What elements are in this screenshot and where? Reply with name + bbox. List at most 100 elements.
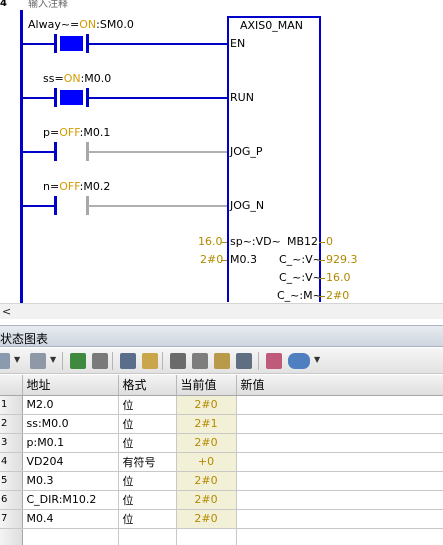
power-rail [20,10,23,303]
wire [88,205,227,207]
address-cell[interactable]: p:M0.1 [22,433,119,453]
address-cell[interactable]: M0.3 [22,471,119,491]
new-value-cell[interactable] [236,433,443,453]
table-row[interactable]: 5 M0.3 位 2#0 [0,471,443,491]
contact-4-left[interactable] [54,196,57,215]
pin-sp: sp~:VD~ [230,235,281,248]
function-block-title: AXIS0_MAN [240,19,304,32]
insert-row-icon[interactable] [0,353,10,369]
chevron-down-icon[interactable]: ▼ [50,355,56,364]
format-cell[interactable] [118,528,177,545]
chart-icon[interactable] [266,353,282,369]
column-header-address[interactable]: 地址 [22,375,119,396]
cv1-value: 929.3 [326,253,358,266]
new-value-cell[interactable] [236,490,443,510]
pause-icon[interactable] [92,353,108,369]
table-row[interactable]: 3 p:M0.1 位 2#0 [0,433,443,453]
row-number[interactable]: 2 [0,414,23,434]
pin-cm: C_~:M~ [277,289,322,302]
format-cell[interactable]: 有符号 [118,452,177,472]
toolbar-separator [62,352,63,370]
pin-m03: M0.3 [230,253,257,266]
chevron-down-icon[interactable]: ▼ [314,355,320,364]
address-cell[interactable]: VD204 [22,452,119,472]
new-value-cell[interactable] [236,471,443,491]
address-cell[interactable] [22,528,119,545]
network-number: 4 [0,0,7,9]
ladder-editor[interactable]: 4 输入注释 Alway~=ON:SM0.0 ss=ON:M0.0 p=OFF:… [0,0,443,303]
wire [22,97,55,99]
table-row[interactable]: 1 M2.0 位 2#0 [0,395,443,415]
format-cell[interactable]: 位 [118,509,177,529]
unforce-all-icon[interactable] [214,353,230,369]
table-row[interactable]: 4 VD204 有符号 +0 [0,452,443,472]
address-cell[interactable]: C_DIR:M10.2 [22,490,119,510]
format-cell[interactable]: 位 [118,471,177,491]
current-value-cell: 2#1 [176,414,237,434]
read-forced-icon[interactable] [236,353,252,369]
toolbar-separator [162,352,163,370]
contact-2[interactable] [60,90,83,105]
toolbar-separator [258,352,259,370]
horizontal-scrollbar[interactable]: < [0,303,443,319]
status-chart-titlebar: 状态图表 [0,325,443,347]
current-value-cell: 2#0 [176,433,237,453]
network-comment[interactable]: 输入注释 [28,0,68,10]
contact-1[interactable] [60,36,83,51]
column-header-format[interactable]: 格式 [118,375,177,396]
column-header-current-value[interactable]: 当前值 [176,375,237,396]
row-number[interactable]: 4 [0,452,23,472]
trend-view-icon[interactable] [70,353,86,369]
new-value-cell[interactable] [236,509,443,529]
wire [88,43,227,45]
wire [22,151,55,153]
contact-4-label: n=OFF:M0.2 [43,180,111,193]
format-cell[interactable]: 位 [118,414,177,434]
mb12-value: 0 [326,235,333,248]
format-cell[interactable]: 位 [118,490,177,510]
connector [319,242,325,243]
row-number[interactable]: 5 [0,471,23,491]
cv2-value: 16.0 [326,271,351,284]
row-number[interactable] [0,528,23,545]
contact-3-left[interactable] [54,142,57,161]
connector [319,296,325,297]
display-format-icon[interactable] [288,353,310,369]
new-value-cell[interactable] [236,452,443,472]
toolbar-separator [112,352,113,370]
delete-row-icon[interactable] [30,353,46,369]
row-number-header [0,375,23,396]
unforce-icon[interactable] [192,353,208,369]
current-value-cell: 2#0 [176,509,237,529]
format-cell[interactable]: 位 [118,433,177,453]
table-row[interactable]: 6 C_DIR:M10.2 位 2#0 [0,490,443,510]
contact-2-label: ss=ON:M0.0 [43,72,112,85]
wire [88,151,227,153]
address-cell[interactable]: ss:M0.0 [22,414,119,434]
table-row[interactable]: 2 ss:M0.0 位 2#1 [0,414,443,434]
new-value-cell[interactable] [236,528,443,545]
scroll-left-icon[interactable]: < [2,305,11,318]
table-row-empty[interactable] [0,528,443,545]
force-icon[interactable] [170,353,186,369]
pencil-icon[interactable] [142,353,158,369]
table-row[interactable]: 7 M0.4 位 2#0 [0,509,443,529]
pin-mb12: MB12 [287,235,319,248]
format-cell[interactable]: 位 [118,395,177,415]
row-number[interactable]: 1 [0,395,23,415]
address-cell[interactable]: M2.0 [22,395,119,415]
contact-2-left [54,88,57,107]
new-value-cell[interactable] [236,414,443,434]
row-number[interactable]: 3 [0,433,23,453]
pin-cv2: C_~:V~ [279,271,322,284]
wire [22,43,55,45]
chevron-down-icon[interactable]: ▼ [14,355,20,364]
row-number[interactable]: 6 [0,490,23,510]
row-number[interactable]: 7 [0,509,23,529]
contact-1-label: Alway~=ON:SM0.0 [28,18,134,31]
new-value-cell[interactable] [236,395,443,415]
column-header-new-value[interactable]: 新值 [236,375,443,396]
read-icon[interactable] [120,353,136,369]
address-cell[interactable]: M0.4 [22,509,119,529]
wire [88,97,227,99]
